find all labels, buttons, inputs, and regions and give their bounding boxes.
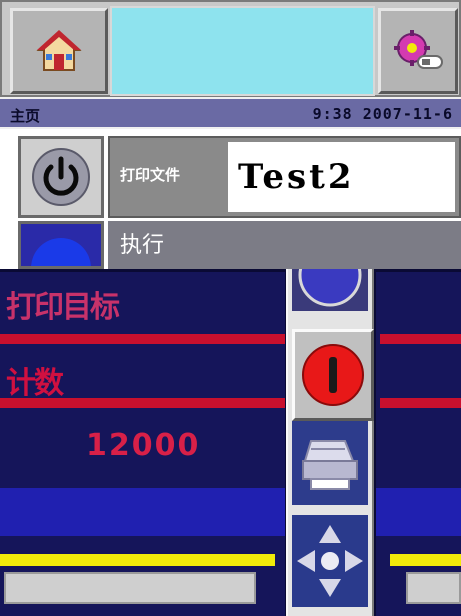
execute-label: 执行: [120, 233, 165, 258]
settings-gear-icon: [394, 30, 443, 69]
right-input-field[interactable]: [406, 572, 461, 604]
print-file-field[interactable]: Test2: [228, 142, 455, 212]
right-yellow-bar: [390, 554, 461, 566]
right-blue-band: [376, 488, 461, 536]
banner-display: [110, 6, 375, 96]
navigation-button[interactable]: [292, 515, 368, 607]
left-divider-red-2: [0, 398, 285, 408]
power-button[interactable]: [18, 136, 104, 218]
left-readout-row-3-text: 12000: [86, 428, 201, 463]
left-yellow-bar: [0, 554, 275, 566]
control-column: [286, 269, 374, 616]
left-input-field[interactable]: [4, 572, 256, 604]
settings-button[interactable]: [378, 8, 458, 94]
status-bar: 主页 9:38 2007-11-6: [0, 97, 461, 129]
left-readout-row-2: 计数: [6, 358, 64, 402]
print-button[interactable]: [292, 421, 368, 505]
left-divider-red: [0, 334, 285, 344]
stop-icon: [302, 344, 364, 406]
execute-row[interactable]: 执行: [108, 221, 461, 269]
circle-icon: [298, 269, 362, 307]
right-divider-red-2: [380, 398, 461, 408]
home-button[interactable]: [10, 8, 108, 94]
start-icon: [31, 238, 91, 266]
right-divider-red: [380, 334, 461, 344]
left-blue-band: [0, 488, 285, 536]
print-file-name: Test2: [238, 157, 355, 197]
printer-icon: [302, 440, 358, 490]
power-icon: [32, 148, 90, 206]
left-readout-row-2-text: 计数: [6, 366, 64, 401]
left-readout-row-1-text: 打印目标: [6, 290, 120, 325]
print-file-row: 打印文件 Test2: [108, 136, 461, 218]
print-file-label: 打印文件: [120, 166, 181, 184]
home-icon: [36, 30, 82, 71]
left-readout-row-3: 12000: [86, 428, 200, 463]
breadcrumb: 主页: [10, 107, 41, 125]
left-readout-row-1: 打印目标: [6, 282, 120, 326]
stop-button[interactable]: [292, 329, 374, 421]
top-control-button[interactable]: [292, 269, 368, 311]
datetime: 9:38 2007-11-6: [312, 105, 453, 123]
direction-arrows-icon: [297, 525, 363, 597]
start-button[interactable]: [18, 221, 104, 269]
